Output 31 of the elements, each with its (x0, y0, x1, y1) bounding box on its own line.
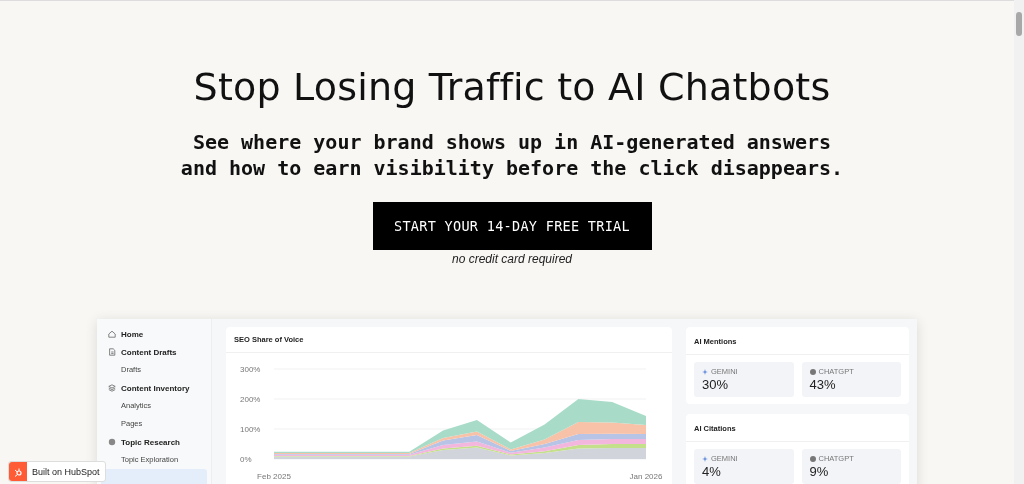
hero-title: Stop Losing Traffic to AI Chatbots (193, 65, 831, 109)
sidebar-item[interactable]: Home (101, 325, 207, 343)
sparkle-icon (702, 455, 708, 462)
sidebar-item[interactable]: Topic Research (101, 433, 207, 451)
y-axis-label: 200% (240, 395, 261, 404)
free-trial-button[interactable]: START YOUR 14-DAY FREE TRIAL (372, 202, 652, 250)
stat-value: 43% (809, 377, 837, 392)
sparkle-icon (702, 368, 708, 375)
x-axis-label: Feb 2025 (257, 472, 291, 481)
scrollbar-thumb[interactable] (1016, 12, 1022, 36)
hero-subtitle: See where your brand shows up in AI-generated answers and how to earn visibility before the click disappears. (180, 129, 844, 181)
badge-label: Built on HubSpot (31, 466, 101, 477)
hubspot-badge[interactable]: Built on HubSpot (8, 461, 106, 482)
sprocket-icon (13, 466, 23, 477)
stat-value: 4% (702, 464, 722, 479)
cta-note: no credit card required (451, 252, 573, 266)
scrollbar[interactable] (1014, 0, 1024, 484)
sidebar-item[interactable]: Content Drafts (101, 343, 207, 361)
home-icon (108, 330, 116, 338)
dot-icon (809, 368, 816, 375)
dot-icon (809, 455, 816, 462)
y-axis-label: 100% (240, 425, 261, 434)
y-axis-label: 300% (240, 365, 261, 374)
sidebar-item[interactable]: Content Inventory (101, 379, 207, 397)
layers-icon (108, 384, 116, 392)
sidebar-item[interactable] (101, 469, 207, 484)
stat-value: 30% (702, 377, 730, 392)
document-icon (108, 348, 116, 356)
x-axis-label: Jan 2026 (629, 472, 663, 481)
stat-value: 9% (809, 464, 830, 479)
y-axis-label: 0% (240, 455, 252, 464)
